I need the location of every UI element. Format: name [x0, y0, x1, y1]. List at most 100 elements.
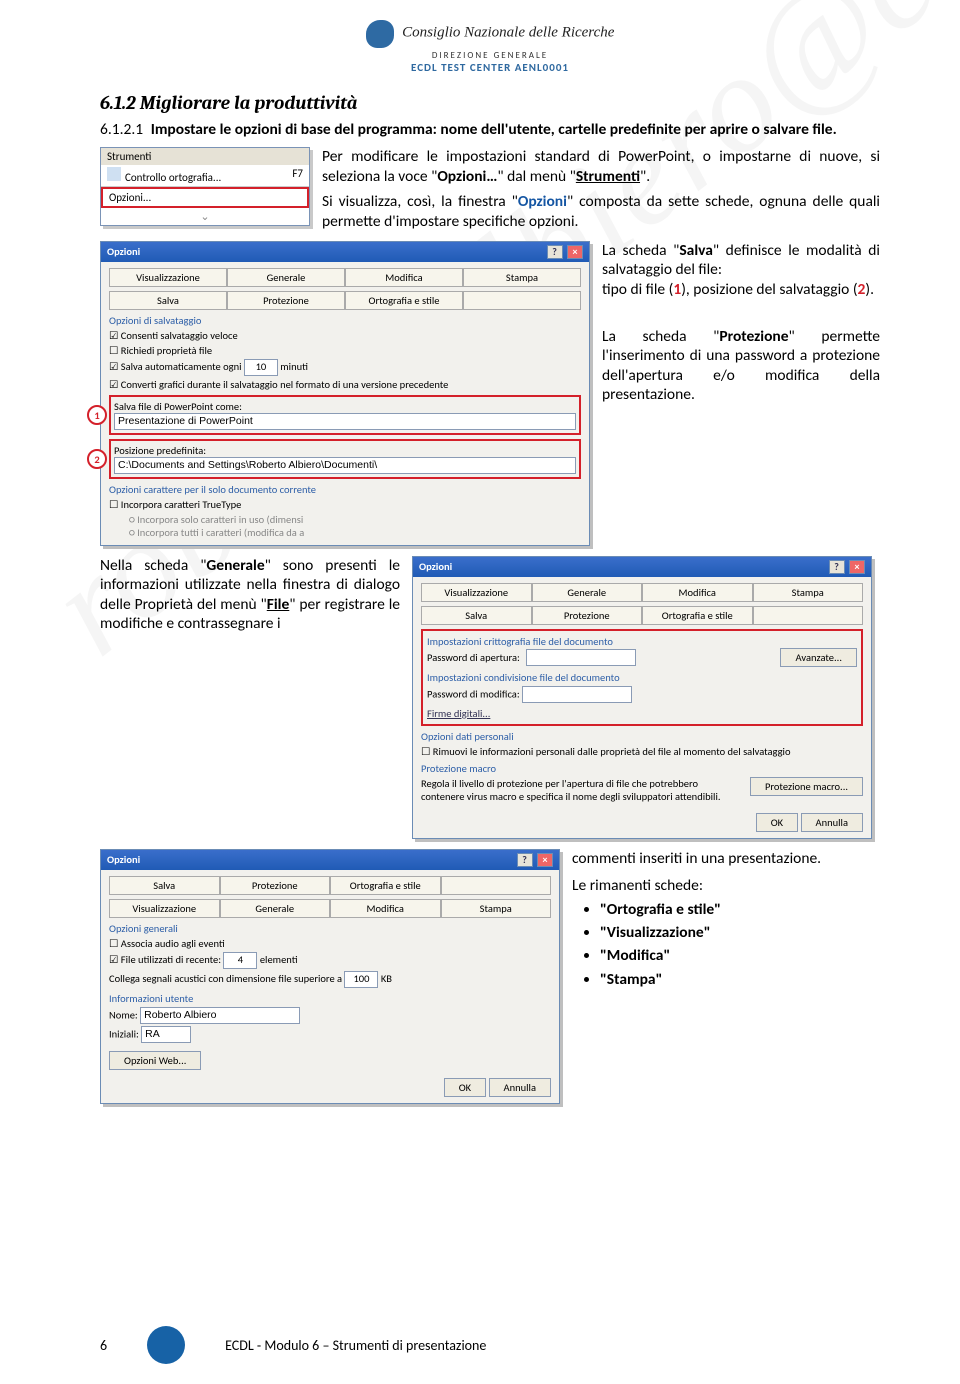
tab-ortografia[interactable]: Ortografia e stile [642, 606, 753, 625]
group-macro: Protezione macro [421, 762, 863, 775]
group-save-opts: Opzioni di salvataggio [109, 314, 581, 327]
dialog-title: Opzioni [107, 853, 140, 866]
menu-head: Strumenti [101, 148, 309, 165]
tab-stampa[interactable]: Stampa [441, 899, 552, 918]
tab-salva[interactable]: Salva [109, 876, 220, 895]
dialog-title: Opzioni [107, 245, 140, 258]
help-icon[interactable]: ? [547, 245, 563, 259]
recent-files-spin[interactable]: 4 [223, 952, 257, 969]
tab-modifica[interactable]: Modifica [345, 268, 463, 287]
cb-autosave[interactable]: Salva automaticamente ogni 10 minuti [109, 359, 581, 376]
cb-remove-personal[interactable]: Rimuovi le informazioni personali dalle … [421, 745, 863, 758]
tab-modifica[interactable]: Modifica [330, 899, 441, 918]
btn-macro-prot[interactable]: Protezione macro... [750, 777, 863, 796]
help-icon[interactable]: ? [517, 853, 533, 867]
cb-convert-charts[interactable]: Converti grafici durante il salvataggio … [109, 378, 581, 391]
page-number: 6 [100, 1337, 107, 1354]
group-crypt: Impostazioni crittografia file del docum… [427, 635, 857, 648]
tab-generale[interactable]: Generale [227, 268, 345, 287]
section-6-1-2-title: 6.1.2 Migliorare la produttività [100, 92, 880, 114]
page-footer: 6 ECDL - Modulo 6 – Strumenti di present… [100, 1326, 880, 1364]
tab-visualizzazione[interactable]: Visualizzazione [109, 899, 220, 918]
tab-protezione[interactable]: Protezione [220, 876, 331, 895]
group-share: Impostazioni condivisione file del docum… [427, 671, 857, 684]
opzioni-generale-dialog: Opzioni ? × Salva Protezione Ortografia … [100, 849, 560, 1104]
para-comments: commenti inseriti in una presentazione. [572, 849, 880, 868]
label-open-pwd: Password di apertura: [427, 651, 520, 664]
group-user-info: Informazioni utente [109, 992, 551, 1005]
tab-modifica[interactable]: Modifica [642, 583, 753, 602]
cb-req-props[interactable]: Richiedi proprietà file [109, 344, 581, 357]
tab-visualizzazione[interactable]: Visualizzazione [109, 268, 227, 287]
cb-recent-files[interactable]: File utilizzati di recente: 4 elementi [109, 952, 551, 969]
input-open-pwd[interactable] [526, 649, 636, 666]
cb-fast-save[interactable]: Consenti salvataggio veloce [109, 329, 581, 342]
dialog-title: Opzioni [419, 560, 452, 573]
tab-protezione[interactable]: Protezione [227, 291, 345, 310]
input-default-loc[interactable] [114, 457, 576, 474]
subsection-number: 6.1.2.1 [100, 120, 143, 139]
para-generale: Nella scheda "Generale" sono presenti le… [100, 556, 400, 634]
tab-ortografia[interactable]: Ortografia e stile [345, 291, 463, 310]
subsection-title: Impostare le opzioni di base del program… [151, 120, 837, 139]
remaining-tabs-list: "Ortografia e stile" "Visualizzazione" "… [572, 900, 880, 990]
autosave-spin[interactable]: 10 [244, 359, 278, 376]
para-1: Per modificare le impostazioni standard … [322, 147, 880, 231]
tab-generale[interactable]: Generale [532, 583, 643, 602]
tab-visualizzazione[interactable]: Visualizzazione [421, 583, 532, 602]
link-digital-sign[interactable]: Firme digitali... [427, 707, 490, 720]
para-remaining: Le rimanenti schede: [572, 876, 880, 895]
input-name[interactable] [140, 1007, 300, 1024]
marker-2: 2 [87, 449, 107, 469]
label-name: Nome: [109, 1008, 138, 1021]
radio-embed-all[interactable]: Incorpora tutti i caratteri (modifica da… [129, 526, 304, 539]
input-modify-pwd[interactable] [522, 686, 632, 703]
para-salva: La scheda "Salva" definisce le modalità … [602, 241, 880, 299]
cnr-direction: DIREZIONE GENERALE [432, 50, 548, 61]
btn-ok[interactable]: OK [756, 813, 798, 832]
bullet-stampa: "Stampa" [600, 970, 662, 989]
label-default-loc: Posizione predefinita: [114, 444, 576, 457]
tab-salva[interactable]: Salva [109, 291, 227, 310]
close-icon[interactable]: × [567, 245, 583, 259]
input-initials[interactable] [141, 1026, 191, 1043]
footer-text: ECDL - Modulo 6 – Strumenti di presentaz… [225, 1337, 486, 1354]
strumenti-menu: Strumenti Controllo ortografia... F7 Opz… [100, 147, 310, 226]
marker-1: 1 [87, 405, 107, 425]
tab-row-1: Visualizzazione Generale Modifica Stampa [109, 268, 581, 287]
tab-salva[interactable]: Salva [421, 606, 532, 625]
tab-protezione[interactable]: Protezione [532, 606, 643, 625]
close-icon[interactable]: × [537, 853, 553, 867]
close-icon[interactable]: × [849, 560, 865, 574]
btn-cancel[interactable]: Annulla [801, 813, 863, 832]
radio-embed-used[interactable]: Incorpora solo caratteri in uso (dimensi [129, 513, 303, 526]
tab-ortografia[interactable]: Ortografia e stile [330, 876, 441, 895]
tab-generale[interactable]: Generale [220, 899, 331, 918]
note-macro: Regola il livello di protezione per l'ap… [421, 777, 742, 803]
tab-stampa[interactable]: Stampa [753, 583, 864, 602]
cb-audio-events[interactable]: Associa audio agli eventi [109, 937, 551, 950]
label-modify-pwd: Password di modifica: [427, 687, 520, 700]
btn-cancel[interactable]: Annulla [489, 1078, 551, 1097]
group-gen-opts: Opzioni generali [109, 922, 551, 935]
para-protezione: La scheda "Protezione" permette l'inseri… [602, 327, 880, 405]
help-icon[interactable]: ? [829, 560, 845, 574]
label-initials: Iniziali: [109, 1027, 139, 1040]
btn-advanced[interactable]: Avanzate... [780, 648, 857, 667]
tab-row-2: Salva Protezione Ortografia e stile [109, 291, 581, 310]
row-sound-size: Collega segnali acustici con dimensione … [109, 971, 551, 988]
page-header: Consiglio Nazionale delle Ricerche DIREZ… [100, 20, 880, 74]
menu-item-opzioni[interactable]: Opzioni... [101, 187, 309, 208]
cnr-logo [366, 20, 394, 48]
section-6-1-2-1-head: 6.1.2.1 Impostare le opzioni di base del… [100, 120, 880, 139]
combo-file-type[interactable] [114, 413, 576, 430]
btn-ok[interactable]: OK [444, 1078, 486, 1097]
opzioni-salva-dialog: Opzioni ? × Visualizzazione Generale Mod… [100, 241, 590, 546]
cb-embed-tt[interactable]: Incorpora caratteri TrueType [109, 498, 581, 511]
test-center: ECDL TEST CENTER AENL0001 [411, 61, 569, 74]
btn-web-options[interactable]: Opzioni Web... [109, 1051, 201, 1070]
cnr-name: Consiglio Nazionale delle Ricerche [402, 25, 614, 41]
tab-stampa[interactable]: Stampa [463, 268, 581, 287]
menu-item-spellcheck[interactable]: Controllo ortografia... F7 [101, 165, 309, 186]
size-spin[interactable]: 100 [344, 971, 378, 988]
